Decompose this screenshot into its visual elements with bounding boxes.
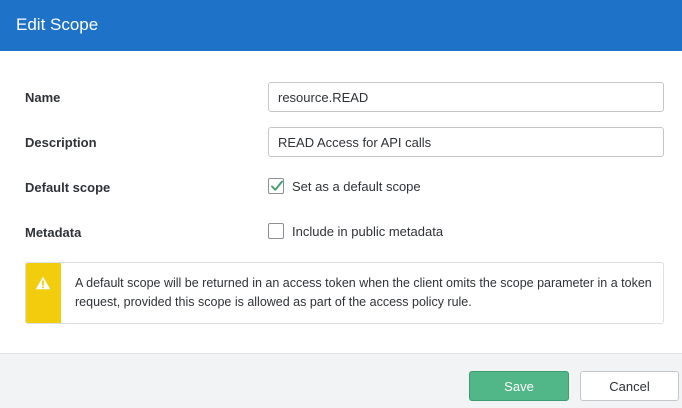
name-label: Name: [25, 90, 61, 105]
default-scope-checkbox-label: Set as a default scope: [292, 178, 421, 194]
metadata-label: Metadata: [25, 225, 82, 240]
warning-stripe: [26, 263, 61, 323]
dialog-title: Edit Scope: [16, 15, 99, 34]
metadata-checkbox-label: Include in public metadata: [292, 223, 444, 239]
default-scope-label: Default scope: [25, 180, 111, 195]
description-label: Description: [25, 135, 97, 150]
save-button[interactable]: Save: [469, 371, 569, 401]
warning-triangle-icon: [35, 276, 51, 290]
default-scope-checkbox[interactable]: [268, 178, 284, 194]
metadata-checkbox[interactable]: [268, 223, 284, 239]
metadata-checkbox-control[interactable]: Include in public metadata: [268, 223, 443, 239]
warning-message: A default scope will be returned in an a…: [75, 276, 652, 309]
warning-callout: A default scope will be returned in an a…: [25, 262, 664, 324]
dialog-footer: Save Cancel: [0, 353, 682, 408]
default-scope-checkbox-control[interactable]: Set as a default scope: [268, 178, 421, 194]
description-input[interactable]: [268, 127, 664, 157]
cancel-button[interactable]: Cancel: [580, 371, 679, 401]
checkmark-icon: [271, 180, 283, 191]
name-input[interactable]: [268, 82, 664, 112]
dialog-header: Edit Scope: [0, 0, 682, 51]
